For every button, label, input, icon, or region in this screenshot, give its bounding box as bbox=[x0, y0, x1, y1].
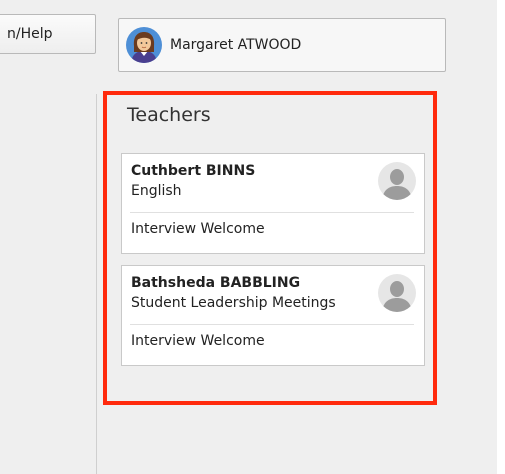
teacher-subject: English bbox=[131, 183, 182, 199]
user-name: Margaret ATWOOD bbox=[170, 37, 302, 53]
user-profile-button[interactable]: Margaret ATWOOD bbox=[118, 18, 446, 72]
teacher-subject: Student Leadership Meetings bbox=[131, 295, 336, 311]
user-avatar-female-icon bbox=[126, 27, 162, 63]
sidebar-divider bbox=[96, 94, 97, 474]
teacher-card[interactable]: Cuthbert BINNS English Interview Welcome bbox=[121, 153, 425, 254]
card-separator bbox=[130, 212, 414, 213]
window-edge bbox=[497, 0, 505, 474]
teacher-card[interactable]: Bathsheda BABBLING Student Leadership Me… bbox=[121, 265, 425, 366]
default-avatar-icon bbox=[378, 162, 416, 200]
card-separator bbox=[130, 324, 414, 325]
teacher-status: Interview Welcome bbox=[131, 333, 265, 349]
default-avatar-icon bbox=[378, 274, 416, 312]
teacher-name: Cuthbert BINNS bbox=[131, 163, 256, 179]
help-button-label: n/Help bbox=[7, 26, 53, 42]
help-button[interactable]: n/Help bbox=[0, 14, 96, 54]
panel-title: Teachers bbox=[127, 104, 211, 126]
teacher-name: Bathsheda BABBLING bbox=[131, 275, 301, 291]
teachers-panel: Teachers Cuthbert BINNS English Intervie… bbox=[103, 91, 437, 405]
teacher-status: Interview Welcome bbox=[131, 221, 265, 237]
app-background: n/Help Margaret ATWOOD Teachers Cuthbert… bbox=[0, 0, 497, 474]
